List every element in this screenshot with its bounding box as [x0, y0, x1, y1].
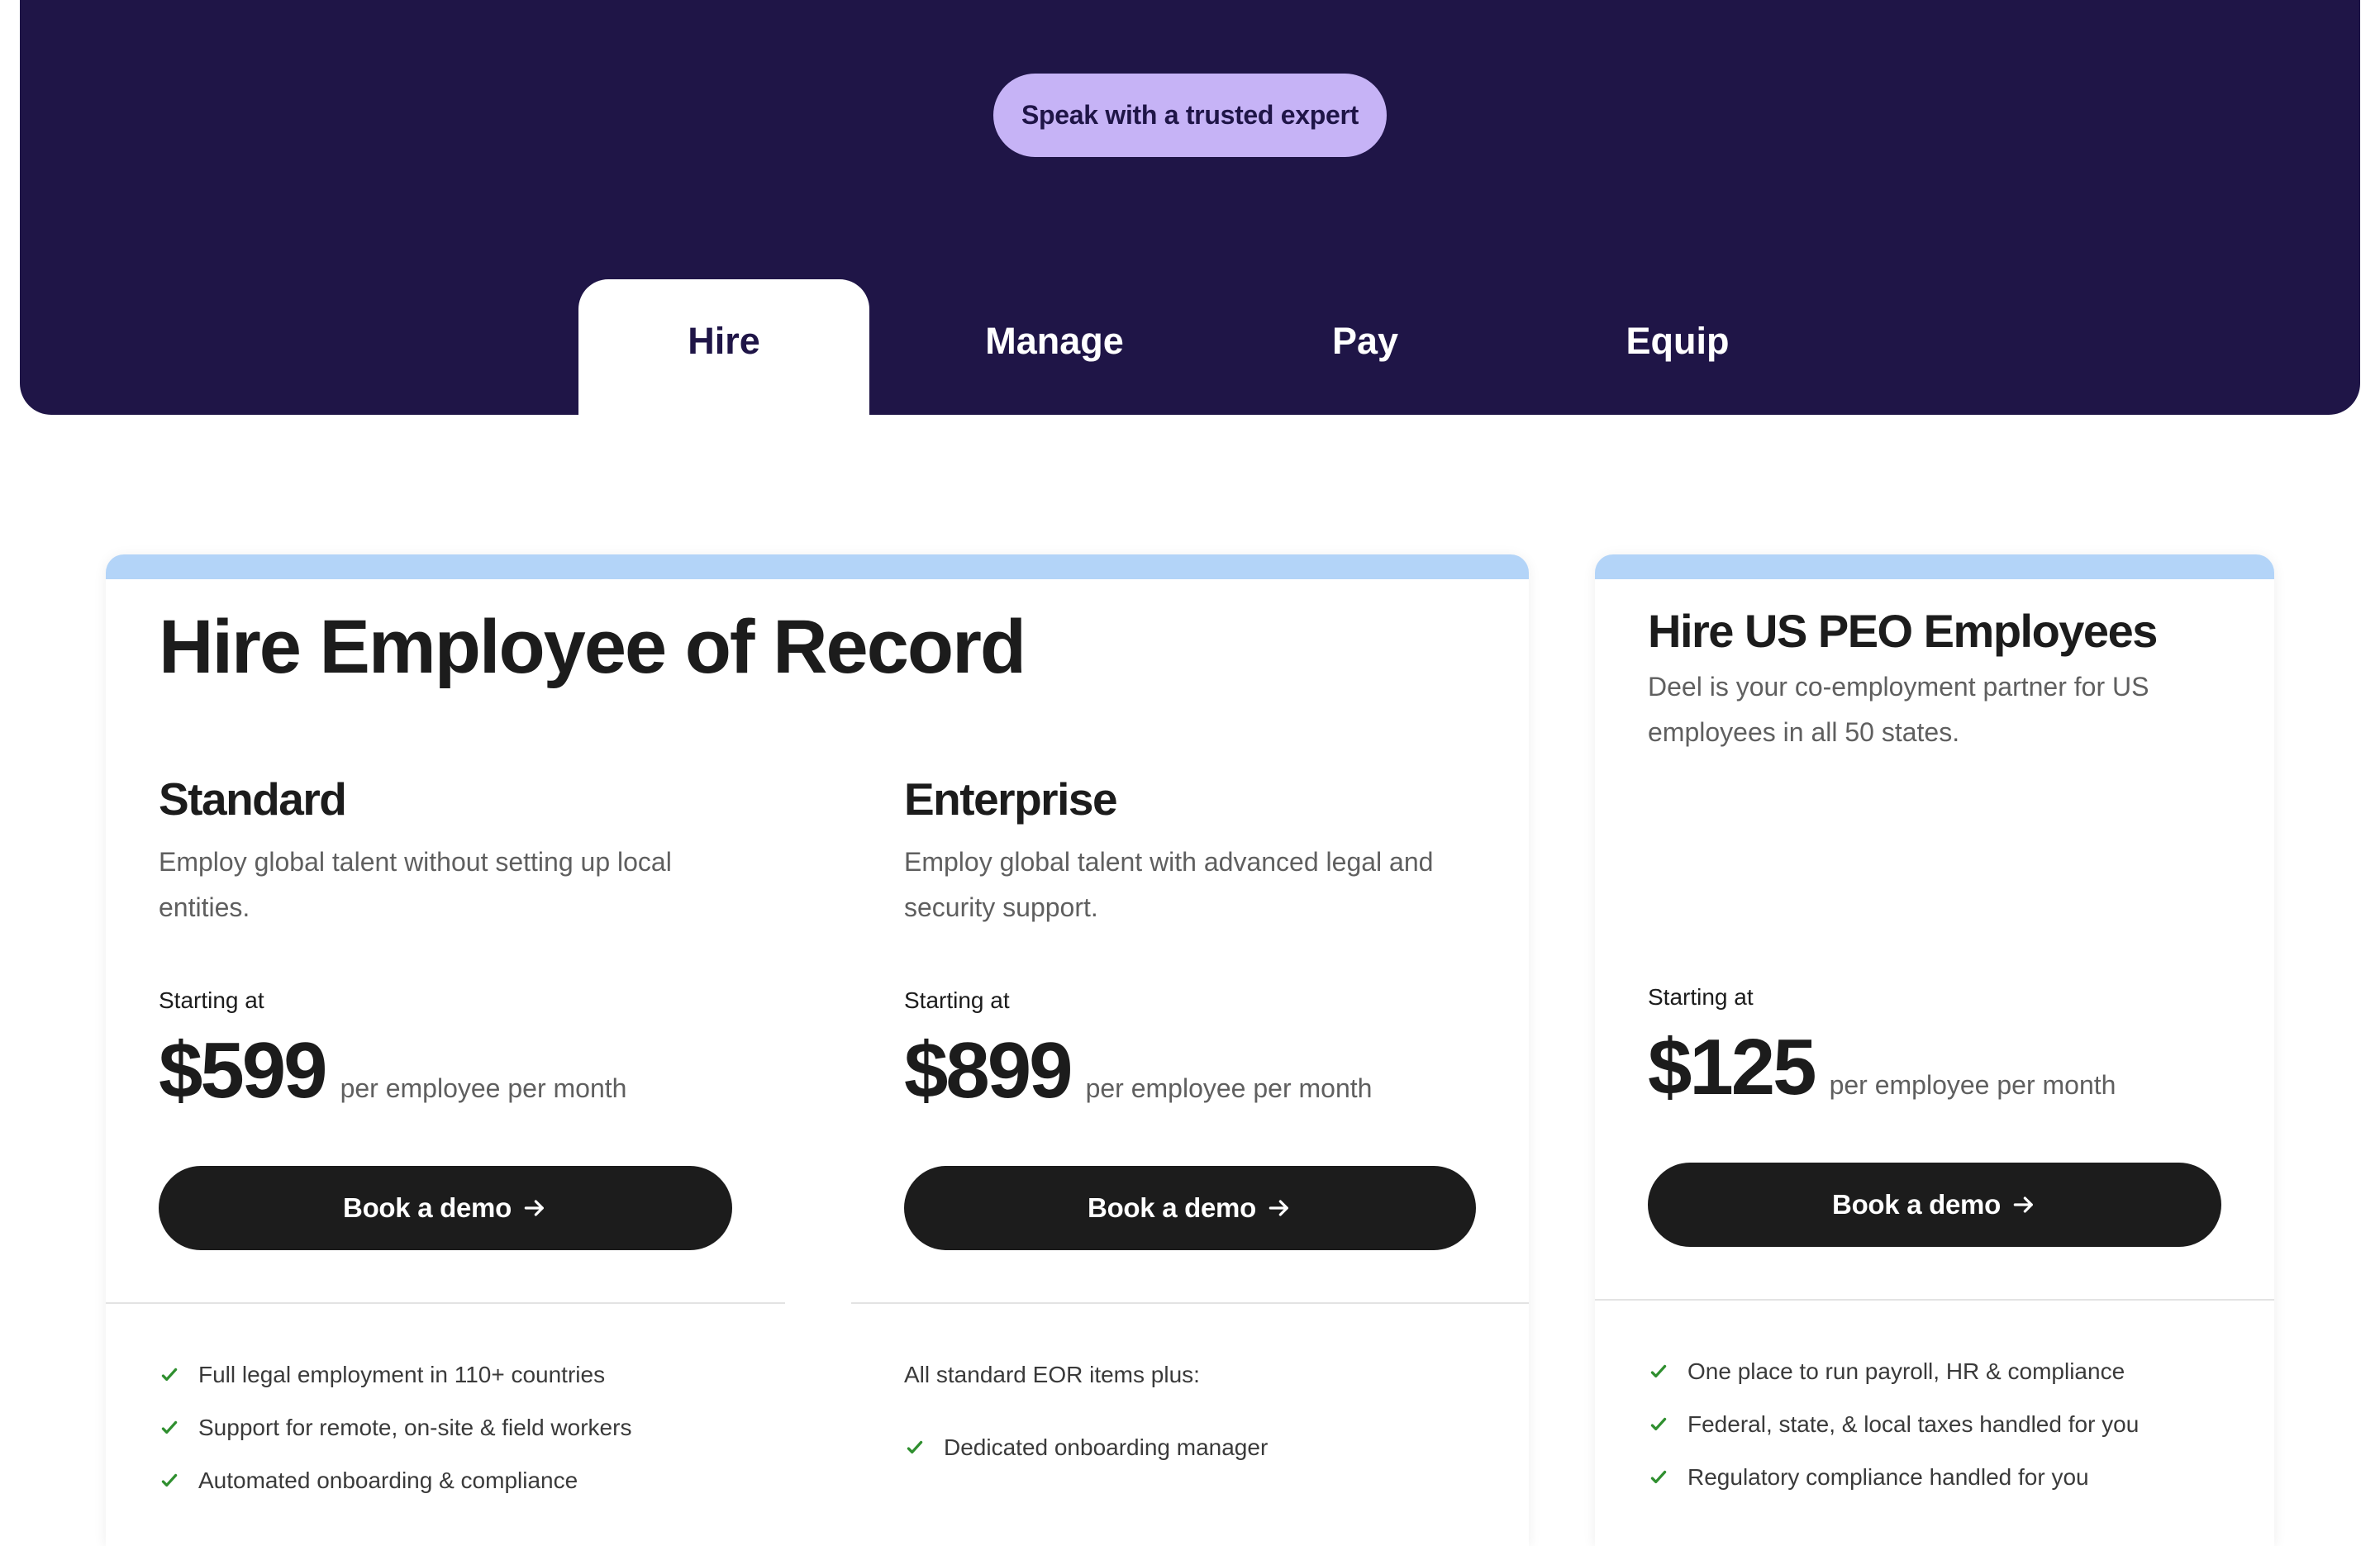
book-demo-button-enterprise[interactable]: Book a demo	[904, 1166, 1476, 1250]
book-demo-label: Book a demo	[1832, 1189, 2001, 1220]
card-title: Hire US PEO Employees	[1648, 605, 2158, 657]
plan-description-standard: Employ global talent without setting up …	[159, 847, 672, 922]
peo-pricing-card: Hire US PEO Employees Deel is your co-em…	[1595, 554, 2274, 1546]
feature-item: One place to run payroll, HR & complianc…	[1648, 1358, 2125, 1385]
starting-at-label: Starting at	[904, 987, 1010, 1013]
check-icon	[161, 1473, 178, 1487]
feature-text: Dedicated onboarding manager	[944, 1434, 1269, 1460]
arrow-right-icon	[2013, 1196, 2033, 1213]
feature-text: One place to run payroll, HR & complianc…	[1687, 1358, 2125, 1384]
tab-pay[interactable]: Pay	[1220, 279, 1511, 415]
card-title: Hire Employee of Record	[159, 605, 1026, 689]
speak-with-expert-button[interactable]: Speak with a trusted expert	[993, 74, 1387, 157]
feature-item: Dedicated onboarding manager	[904, 1434, 1268, 1461]
plan-description-enterprise: Employ global talent with advanced legal…	[904, 847, 1434, 922]
feature-item: Regulatory compliance handled for you	[1648, 1464, 2089, 1491]
feature-text: Support for remote, on-site & field work…	[198, 1415, 632, 1440]
tab-manage[interactable]: Manage	[909, 279, 1200, 415]
check-icon	[161, 1420, 178, 1434]
check-icon	[1650, 1364, 1667, 1378]
check-icon	[161, 1368, 178, 1382]
price-row-enterprise: $899 per employee per month	[904, 1025, 1372, 1116]
check-icon	[1650, 1470, 1667, 1484]
hero-banner: Speak with a trusted expert Hire Manage …	[20, 0, 2360, 415]
tab-hire[interactable]: Hire	[578, 279, 869, 415]
card-accent-bar	[106, 554, 1529, 579]
arrow-right-icon	[524, 1200, 544, 1216]
arrow-right-icon	[1269, 1200, 1288, 1216]
peo-description: Deel is your co-employment partner for U…	[1648, 672, 2149, 747]
book-demo-label: Book a demo	[1088, 1192, 1256, 1223]
plan-name-standard: Standard	[159, 773, 347, 825]
price-enterprise: $899	[904, 1026, 1073, 1115]
price-unit: per employee per month	[1829, 1070, 2116, 1100]
feature-text: Full legal employment in 110+ countries	[198, 1362, 606, 1387]
feature-text: Federal, state, & local taxes handled fo…	[1687, 1411, 2140, 1437]
divider	[1595, 1299, 2274, 1301]
feature-text: Automated onboarding & compliance	[198, 1468, 578, 1493]
enterprise-note: All standard EOR items plus:	[904, 1362, 1200, 1387]
book-demo-label: Book a demo	[343, 1192, 512, 1223]
book-demo-button-standard[interactable]: Book a demo	[159, 1166, 732, 1250]
check-icon	[1650, 1417, 1667, 1431]
check-icon	[907, 1440, 923, 1454]
tab-equip[interactable]: Equip	[1532, 279, 1823, 415]
feature-item: Automated onboarding & compliance	[159, 1468, 578, 1494]
price-row-standard: $599 per employee per month	[159, 1025, 626, 1116]
feature-item: Support for remote, on-site & field work…	[159, 1415, 631, 1441]
price-unit: per employee per month	[340, 1073, 627, 1103]
feature-item: Full legal employment in 110+ countries	[159, 1362, 605, 1388]
price-row-peo: $125 per employee per month	[1648, 1022, 2116, 1113]
book-demo-button-peo[interactable]: Book a demo	[1648, 1163, 2221, 1247]
price-unit: per employee per month	[1085, 1073, 1373, 1103]
eor-pricing-card: Hire Employee of Record Standard Employ …	[106, 554, 1529, 1546]
starting-at-label: Starting at	[1648, 984, 1754, 1010]
card-accent-bar	[1595, 554, 2274, 579]
feature-text: Regulatory compliance handled for you	[1687, 1464, 2089, 1490]
price-standard: $599	[159, 1026, 328, 1115]
plan-name-enterprise: Enterprise	[904, 773, 1118, 825]
starting-at-label: Starting at	[159, 987, 264, 1013]
divider	[106, 1302, 785, 1304]
price-peo: $125	[1648, 1023, 1817, 1111]
divider	[851, 1302, 1529, 1304]
feature-item: Federal, state, & local taxes handled fo…	[1648, 1411, 2139, 1438]
